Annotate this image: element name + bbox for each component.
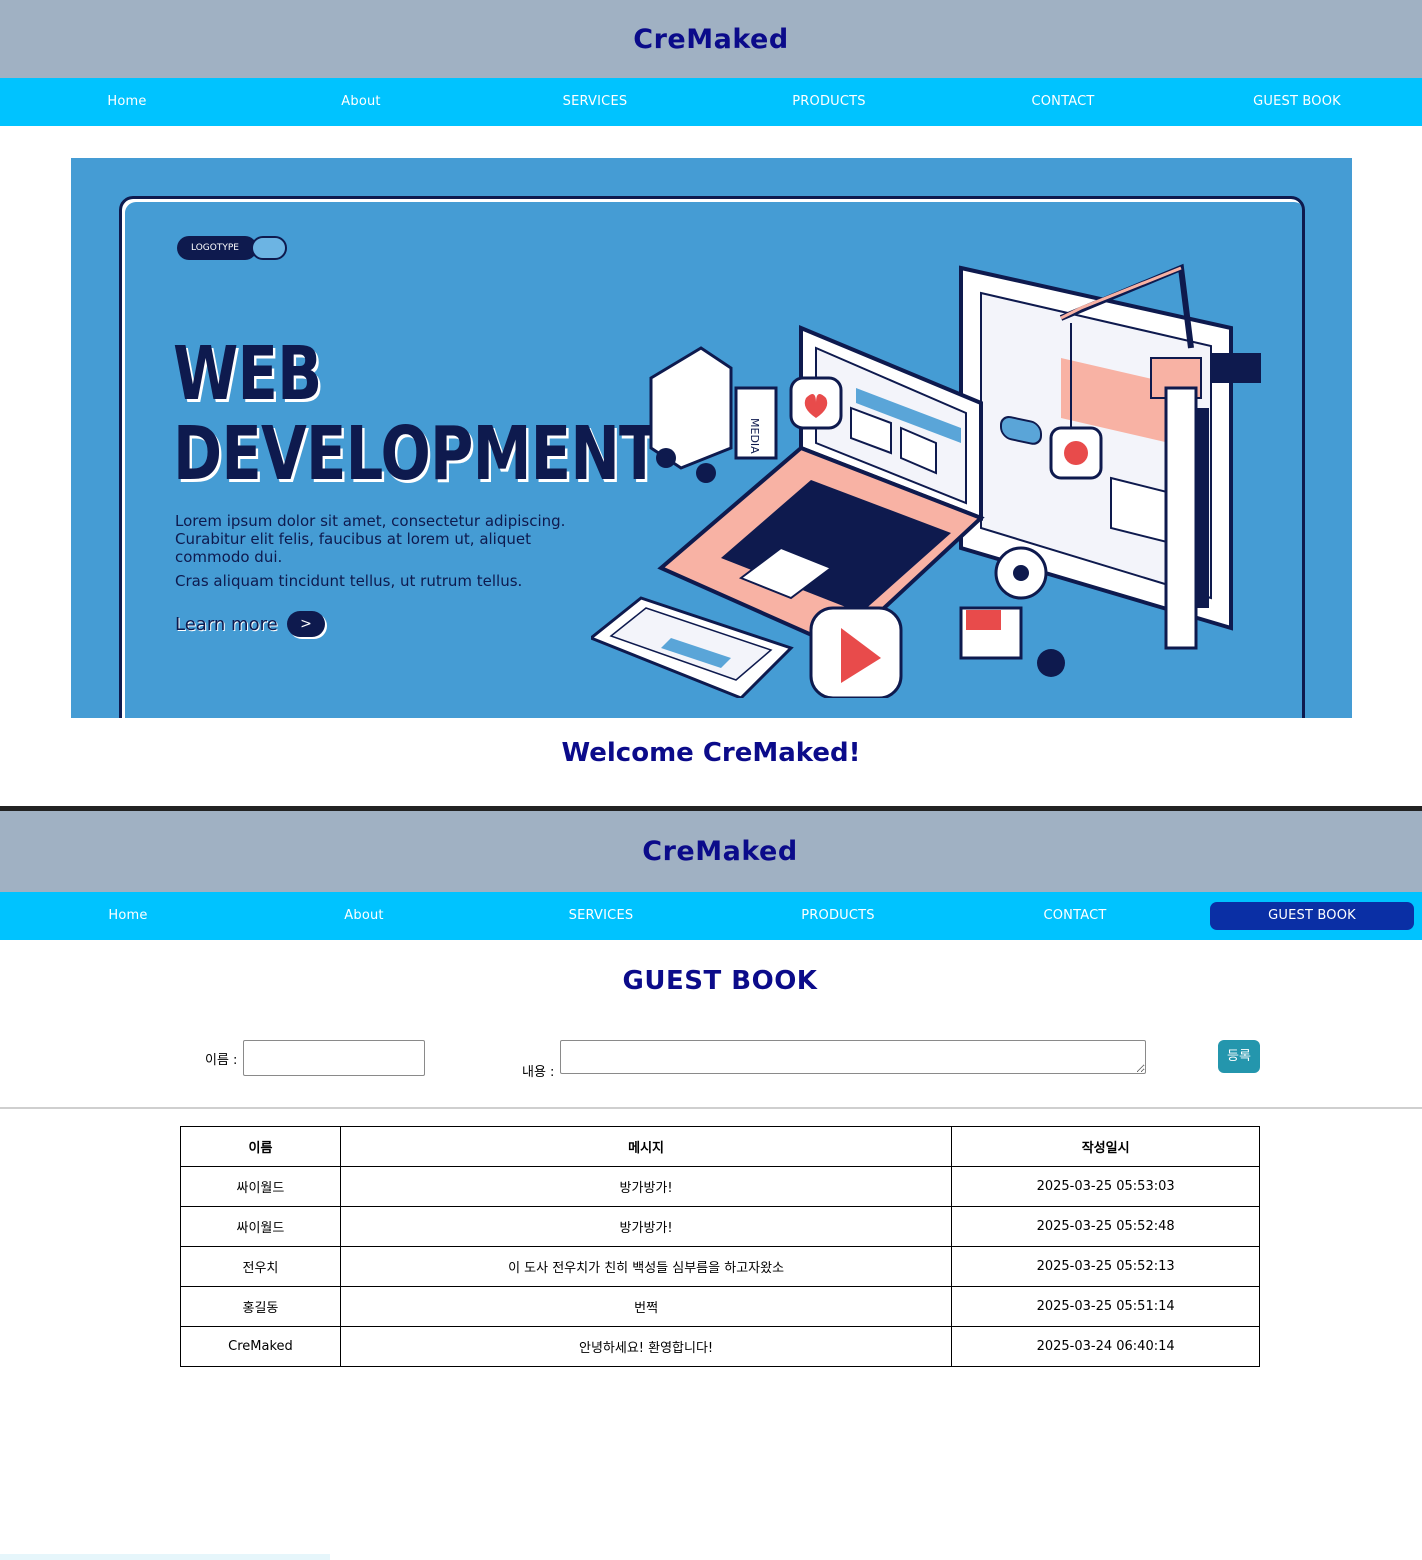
guestbook-page-view: CreMaked Home About SERVICES PRODUCTS CO… bbox=[0, 811, 1422, 1560]
hero-title-line1: WEB bbox=[173, 331, 322, 417]
learn-more-link[interactable]: Learn more bbox=[175, 614, 278, 635]
home-page-view: CreMaked Home About SERVICES PRODUCTS CO… bbox=[0, 0, 1422, 806]
cell-name: CreMaked bbox=[180, 1326, 341, 1367]
cell-date: 2025-03-25 05:52:13 bbox=[951, 1246, 1260, 1287]
name-input[interactable] bbox=[243, 1040, 425, 1076]
nav-products[interactable]: PRODUCTS bbox=[720, 892, 956, 940]
cell-name: 싸이월드 bbox=[180, 1206, 341, 1247]
cell-message: 이 도사 전우치가 친히 백성들 심부름을 하고자왔소 bbox=[339, 1246, 953, 1287]
column-header-date: 작성일시 bbox=[951, 1126, 1260, 1167]
nav-home[interactable]: Home bbox=[10, 78, 244, 126]
hero-title: WEB DEVELOPMENT bbox=[173, 334, 659, 494]
nav-services[interactable]: SERVICES bbox=[483, 892, 719, 940]
nav-contact[interactable]: CONTACT bbox=[946, 78, 1180, 126]
nav-about[interactable]: About bbox=[246, 892, 482, 940]
site-header: CreMaked bbox=[0, 0, 1422, 78]
guestbook-title: GUEST BOOK bbox=[622, 966, 818, 996]
main-nav: Home About SERVICES PRODUCTS CONTACT GUE… bbox=[0, 892, 1422, 940]
table-row: 홍길동 번쩍 2025-03-25 05:51:14 bbox=[180, 1286, 1260, 1327]
hero-description: Lorem ipsum dolor sit amet, consectetur … bbox=[175, 512, 566, 566]
hero-banner: LOGOTYPE WEB DEVELOPMENT Lorem ipsum dol… bbox=[71, 158, 1352, 718]
cell-name: 싸이월드 bbox=[180, 1166, 341, 1207]
logotype-ring-icon bbox=[251, 236, 287, 260]
web-development-illustration: MEDIA bbox=[591, 263, 1261, 698]
forklift-icon: MEDIA bbox=[649, 346, 778, 483]
welcome-heading: Welcome CreMaked! bbox=[561, 738, 861, 768]
site-header: CreMaked bbox=[0, 811, 1422, 892]
column-header-name: 이름 bbox=[180, 1126, 341, 1167]
nav-guestbook[interactable]: GUEST BOOK bbox=[1210, 902, 1414, 930]
nav-guestbook[interactable]: GUEST BOOK bbox=[1180, 78, 1414, 126]
table-row: 전우치 이 도사 전우치가 친히 백성들 심부름을 하고자왔소 2025-03-… bbox=[180, 1246, 1260, 1287]
brand-logo[interactable]: CreMaked bbox=[642, 836, 797, 867]
cell-name: 전우치 bbox=[180, 1246, 341, 1287]
column-header-message: 메시지 bbox=[339, 1126, 953, 1167]
table-header-row: 이름 메시지 작성일시 bbox=[180, 1126, 1260, 1167]
nav-products[interactable]: PRODUCTS bbox=[712, 78, 946, 126]
guestbook-table: 이름 메시지 작성일시 싸이월드 방가방가! 2025-03-25 05:53:… bbox=[180, 1126, 1260, 1367]
play-icon bbox=[809, 606, 903, 698]
cell-date: 2025-03-24 06:40:14 bbox=[951, 1326, 1260, 1367]
brand-logo[interactable]: CreMaked bbox=[633, 24, 788, 55]
cell-message: 번쩍 bbox=[339, 1286, 953, 1327]
content-label: 내용 : bbox=[522, 1065, 555, 1080]
submit-button[interactable]: 등록 bbox=[1218, 1040, 1260, 1073]
content-textarea[interactable] bbox=[560, 1040, 1146, 1074]
cell-date: 2025-03-25 05:53:03 bbox=[951, 1166, 1260, 1207]
nav-about[interactable]: About bbox=[244, 78, 478, 126]
form-divider bbox=[0, 1107, 1422, 1109]
hero-logotype: LOGOTYPE bbox=[177, 236, 257, 260]
cell-message: 방가방가! bbox=[339, 1206, 953, 1247]
media-label: MEDIA bbox=[748, 418, 761, 454]
nav-services[interactable]: SERVICES bbox=[478, 78, 712, 126]
main-nav: Home About SERVICES PRODUCTS CONTACT GUE… bbox=[0, 78, 1422, 126]
hero-subdescription: Cras aliquam tincidunt tellus, ut rutrum… bbox=[175, 572, 523, 590]
cell-message: 방가방가! bbox=[339, 1166, 953, 1207]
table-row: CreMaked 안녕하세요! 환영합니다! 2025-03-24 06:40:… bbox=[180, 1326, 1260, 1367]
cell-message: 안녕하세요! 환영합니다! bbox=[339, 1326, 953, 1367]
table-row: 싸이월드 방가방가! 2025-03-25 05:52:48 bbox=[180, 1206, 1260, 1247]
nav-home[interactable]: Home bbox=[10, 892, 246, 940]
learn-more-arrow-button[interactable]: > bbox=[287, 611, 325, 637]
bottom-scroll-hint bbox=[0, 1554, 330, 1560]
cell-date: 2025-03-25 05:51:14 bbox=[951, 1286, 1260, 1327]
cell-date: 2025-03-25 05:52:48 bbox=[951, 1206, 1260, 1247]
table-row: 싸이월드 방가방가! 2025-03-25 05:53:03 bbox=[180, 1166, 1260, 1207]
hero-title-line2: DEVELOPMENT bbox=[173, 411, 659, 497]
nav-contact[interactable]: CONTACT bbox=[957, 892, 1193, 940]
name-label: 이름 : bbox=[205, 1053, 238, 1068]
cell-name: 홍길동 bbox=[180, 1286, 341, 1327]
